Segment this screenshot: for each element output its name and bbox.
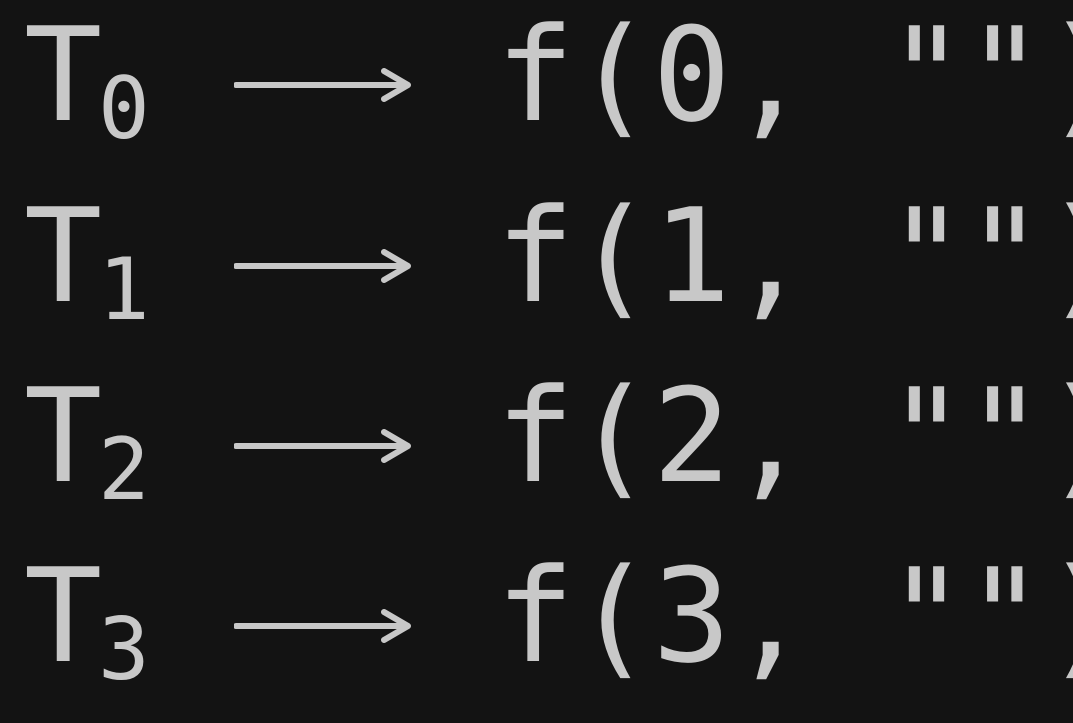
mapping-display: T 0 f(0, "") T 1 f(1, "") T 2 f(2, "") T…: [0, 0, 1073, 723]
mapping-row-0: T 0 f(0, ""): [0, 10, 1073, 160]
task-subscript: 0: [98, 59, 150, 159]
task-letter: T: [24, 0, 103, 151]
function-call: f(1, ""): [496, 180, 1073, 332]
function-call: f(0, ""): [496, 0, 1073, 151]
task-letter: T: [24, 180, 103, 332]
task-letter: T: [24, 540, 103, 692]
function-call: f(2, ""): [496, 360, 1073, 512]
long-right-arrow-icon: [234, 249, 411, 283]
mapping-row-3: T 3 f(3, ""): [0, 551, 1073, 701]
task-subscript: 1: [98, 240, 150, 340]
long-right-arrow-icon: [234, 609, 411, 643]
task-subscript: 3: [98, 600, 150, 700]
mapping-row-1: T 1 f(1, ""): [0, 191, 1073, 341]
long-right-arrow-icon: [234, 68, 411, 102]
mapping-row-2: T 2 f(2, ""): [0, 371, 1073, 521]
function-call: f(3, ""): [496, 540, 1073, 692]
task-subscript: 2: [98, 420, 150, 520]
task-letter: T: [24, 360, 103, 512]
long-right-arrow-icon: [234, 429, 411, 463]
